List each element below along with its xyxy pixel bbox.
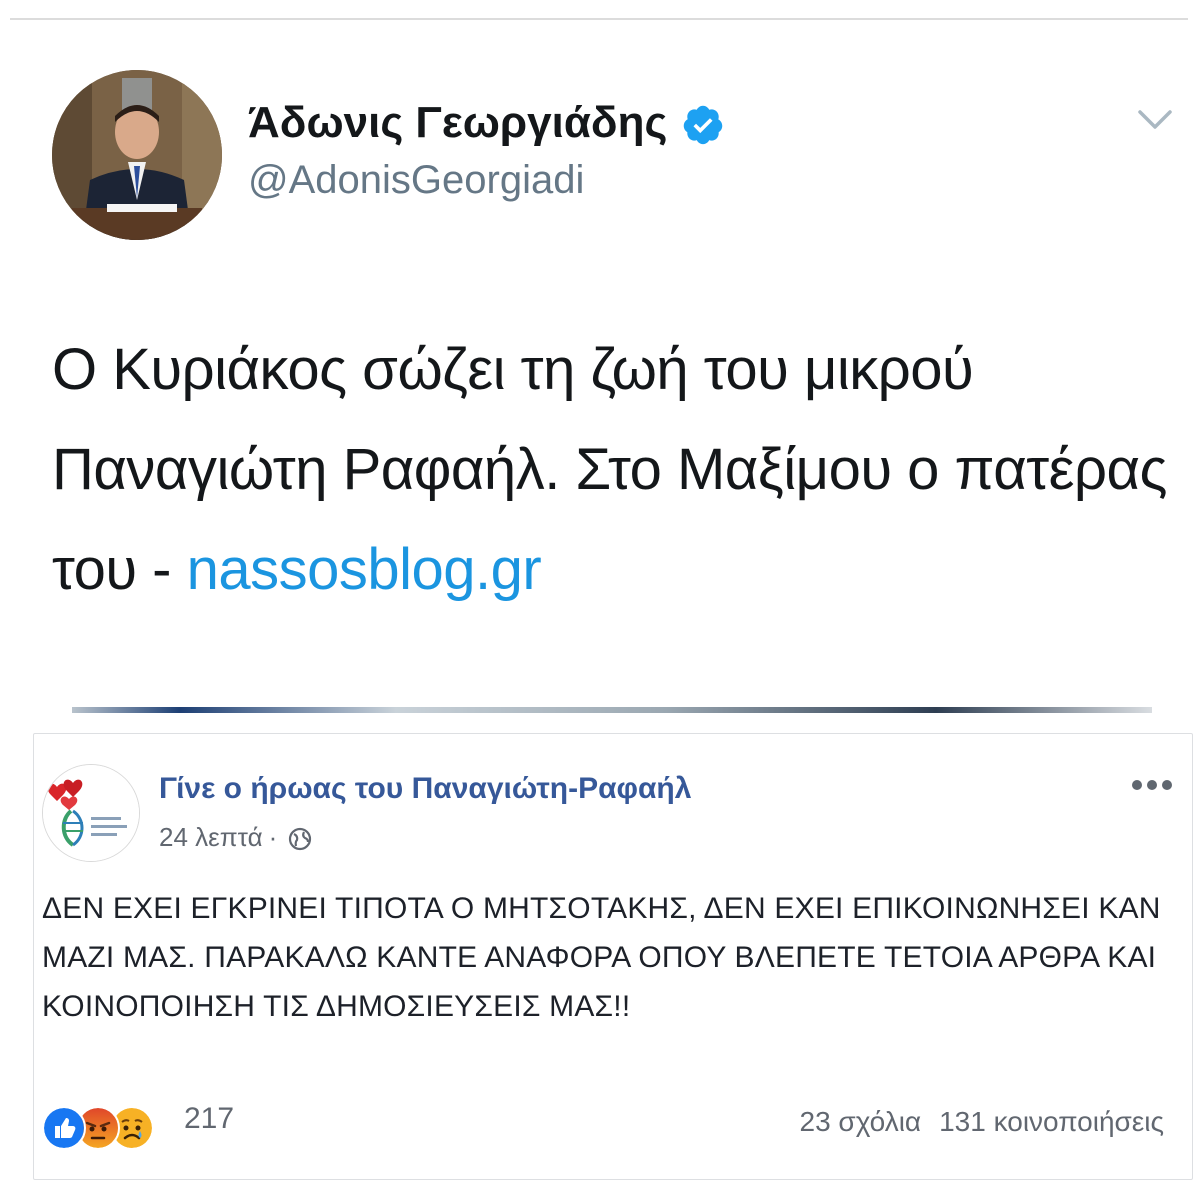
more-dots-icon[interactable] [1130, 778, 1174, 792]
tweet-card: Άδωνις Γεωργιάδης @AdonisGeorgiadi Ο Κυρ… [0, 20, 1200, 720]
page-logo[interactable] [42, 764, 140, 862]
comments-count[interactable]: 23 σχόλια [800, 1106, 922, 1137]
facebook-post-card: Γίνε ο ήρωας του Παναγιώτη-Ραφαήλ 24 λεπ… [33, 733, 1193, 1180]
user-handle[interactable]: @AdonisGeorgiadi [248, 158, 584, 203]
like-reaction-icon [42, 1106, 86, 1150]
verified-badge-icon [684, 106, 723, 145]
post-text: ΔΕΝ ΕΧΕΙ ΕΓΚΡΙΝΕΙ ΤΙΠΟΤΑ Ο ΜΗΤΣΟΤΑΚΗΣ, Δ… [42, 892, 1161, 1023]
reaction-count[interactable]: 217 [184, 1102, 234, 1136]
tweet-text: Ο Κυριάκος σώζει τη ζωή του μικρού Παναγ… [52, 320, 1172, 620]
link-card-preview[interactable] [72, 707, 1152, 713]
display-name[interactable]: Άδωνις Γεωργιάδης [248, 98, 725, 148]
post-meta: 24 λεπτά · [159, 822, 313, 853]
meta-separator: · [268, 822, 278, 852]
shares-count[interactable]: 131 κοινοποιήσεις [939, 1106, 1164, 1137]
avatar[interactable] [52, 70, 222, 240]
reaction-icons[interactable] [42, 1106, 182, 1150]
page-name[interactable]: Γίνε ο ήρωας του Παναγιώτη-Ραφαήλ [159, 772, 691, 806]
globe-icon [289, 828, 312, 851]
chevron-down-icon[interactable] [1128, 92, 1182, 146]
post-time[interactable]: 24 λεπτά [159, 822, 263, 852]
engagement-stats: 23 σχόλια 131 κοινοποιήσεις [800, 1106, 1165, 1138]
display-name-text: Άδωνις Γεωργιάδης [248, 98, 668, 147]
tweet-link[interactable]: nassosblog.gr [187, 537, 542, 602]
